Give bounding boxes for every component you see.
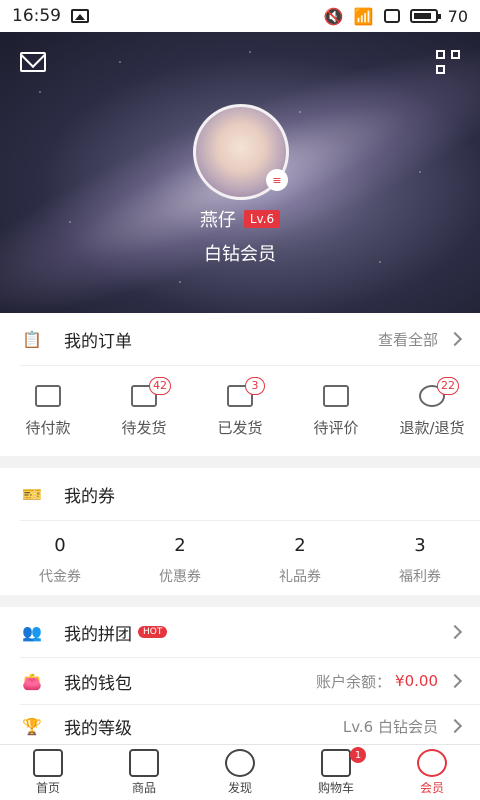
wallet-icon: 👛 xyxy=(22,671,42,691)
order-refund[interactable]: 22 退款/退货 xyxy=(384,366,480,456)
tab-home[interactable]: 首页 xyxy=(0,745,96,800)
bottom-nav: 首页 商品 发现 1 购物车 会员 xyxy=(0,744,480,800)
tab-label: 首页 xyxy=(35,781,60,795)
username-row: 燕仔 Lv.6 xyxy=(0,206,480,232)
tab-label: 购物车 xyxy=(317,781,354,795)
cart-badge: 1 xyxy=(350,747,366,763)
wallet-icon xyxy=(35,384,61,407)
balance-value: ¥0.00 xyxy=(395,672,438,690)
tab-label: 会员 xyxy=(419,781,444,795)
coupon-cash[interactable]: 0 代金券 xyxy=(0,521,120,599)
tab-cart[interactable]: 1 购物车 xyxy=(288,745,384,800)
order-status-label: 待评价 xyxy=(313,418,359,437)
coupons-card: 🎫 我的券 0 代金券 2 优惠券 2 礼品券 3 福利券 xyxy=(0,468,480,595)
coupon-counts-row: 0 代金券 2 优惠券 2 礼品券 3 福利券 xyxy=(0,521,480,599)
coupon-label: 代金券 xyxy=(39,568,81,585)
wallet-title: 我的钱包 xyxy=(64,673,132,694)
coupons-title: 我的券 xyxy=(64,486,115,507)
balance-label: 账户余额： xyxy=(316,672,392,691)
coupon-gift[interactable]: 2 礼品券 xyxy=(240,521,360,599)
tab-discover[interactable]: 发现 xyxy=(192,745,288,800)
clipboard-icon: 📋 xyxy=(22,329,42,349)
groupbuy-row[interactable]: 👥 我的拼团 HOT xyxy=(0,607,480,657)
order-pending-review[interactable]: 待评价 xyxy=(288,366,384,456)
status-time: 16:59 xyxy=(12,6,61,26)
user-icon xyxy=(417,749,447,777)
order-status-label: 待付款 xyxy=(25,418,71,437)
coupons-header[interactable]: 🎫 我的券 xyxy=(0,468,480,520)
coupon-count: 2 xyxy=(174,534,186,556)
refund-icon: 22 xyxy=(419,376,459,407)
edit-icon xyxy=(323,384,349,407)
status-bar: 16:59 🔇 📶 70 xyxy=(0,0,480,32)
orders-title: 我的订单 xyxy=(64,331,132,352)
chevron-right-icon xyxy=(447,624,463,640)
count-badge: 42 xyxy=(149,376,171,395)
mute-icon: 🔇 xyxy=(323,6,344,26)
mail-icon[interactable] xyxy=(20,52,46,72)
edit-badge-icon[interactable]: ≡ xyxy=(266,169,288,191)
level-row[interactable]: 🏆 我的等级 Lv.6 白钻会员 xyxy=(0,705,480,747)
box-icon: 42 xyxy=(131,376,171,407)
coupon-count: 3 xyxy=(414,534,426,556)
count-badge: 22 xyxy=(437,376,459,395)
battery-icon xyxy=(409,9,441,23)
shopping-bag-icon xyxy=(129,749,159,777)
coupon-welfare[interactable]: 3 福利券 xyxy=(360,521,480,599)
coupon-count: 0 xyxy=(54,534,66,556)
compass-icon xyxy=(225,749,255,777)
trophy-icon: 🏆 xyxy=(22,716,42,736)
hot-badge: HOT xyxy=(138,626,168,638)
chevron-right-icon xyxy=(447,718,463,734)
count-badge: 3 xyxy=(245,376,265,395)
chevron-right-icon xyxy=(447,331,463,347)
account-list: 👥 我的拼团 HOT 👛 我的钱包 账户余额： ¥0.00 🏆 我的等级 Lv.… xyxy=(0,607,480,747)
tab-member[interactable]: 会员 xyxy=(384,745,480,800)
truck-icon: 3 xyxy=(227,376,265,407)
home-icon xyxy=(33,749,63,777)
profile-header: ≡ 燕仔 Lv.6 白钻会员 xyxy=(0,32,480,313)
tab-label: 商品 xyxy=(131,781,156,795)
wifi-icon: 📶 xyxy=(353,6,374,26)
sim-icon xyxy=(383,9,400,23)
orders-card: 📋 我的订单 查看全部 待付款 42 待发货 3 已发货 待评价 22 退款/退… xyxy=(0,313,480,456)
orders-header[interactable]: 📋 我的订单 查看全部 xyxy=(0,313,480,365)
wallet-row[interactable]: 👛 我的钱包 账户余额： ¥0.00 xyxy=(0,658,480,704)
order-status-row: 待付款 42 待发货 3 已发货 待评价 22 退款/退货 xyxy=(0,366,480,456)
view-all-label: 查看全部 xyxy=(377,330,438,349)
avatar[interactable]: ≡ xyxy=(193,104,289,200)
level-tag: Lv.6 xyxy=(243,210,281,228)
username: 燕仔 xyxy=(199,210,236,231)
coupon-label: 礼品券 xyxy=(279,568,321,585)
chevron-right-icon xyxy=(447,673,463,689)
order-pending-payment[interactable]: 待付款 xyxy=(0,366,96,456)
ticket-icon: 🎫 xyxy=(22,484,42,504)
order-shipped[interactable]: 3 已发货 xyxy=(192,366,288,456)
tab-label: 发现 xyxy=(227,781,252,795)
member-level: 白钻会员 xyxy=(204,244,276,265)
coupon-label: 福利券 xyxy=(399,568,441,585)
qr-scan-icon[interactable] xyxy=(436,50,460,74)
image-notification-icon xyxy=(71,9,89,23)
level-title: 我的等级 xyxy=(64,718,132,739)
groupbuy-title: 我的拼团 xyxy=(64,624,132,645)
order-status-label: 退款/退货 xyxy=(399,418,465,437)
order-status-label: 已发货 xyxy=(217,418,263,437)
view-all-orders-link[interactable]: 查看全部 xyxy=(377,329,463,350)
coupon-discount[interactable]: 2 优惠券 xyxy=(120,521,240,599)
tab-products[interactable]: 商品 xyxy=(96,745,192,800)
order-status-label: 待发货 xyxy=(121,418,167,437)
cart-icon xyxy=(321,749,351,777)
coupon-label: 优惠券 xyxy=(159,568,201,585)
status-right: 🔇 📶 70 xyxy=(324,7,468,26)
level-value: Lv.6 白钻会员 xyxy=(342,717,438,736)
battery-level: 70 xyxy=(447,6,468,26)
order-pending-shipment[interactable]: 42 待发货 xyxy=(96,366,192,456)
group-icon: 👥 xyxy=(22,622,42,642)
coupon-count: 2 xyxy=(294,534,306,556)
